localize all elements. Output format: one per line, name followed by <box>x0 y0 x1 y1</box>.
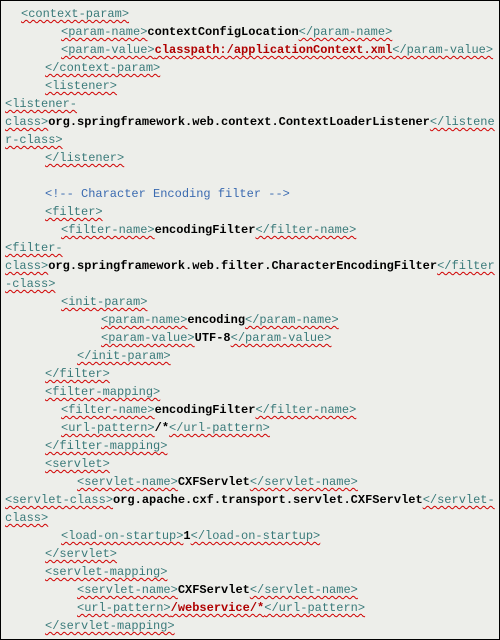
code-line: <url-pattern>/*</url-pattern> <box>5 419 495 437</box>
code-token: </url-pattern> <box>169 421 270 435</box>
code-line: <filter-mapping> <box>5 383 495 401</box>
code-token: encoding <box>187 313 245 327</box>
code-line: <load-on-startup>1</load-on-startup> <box>5 527 495 545</box>
code-line: </context-param> <box>5 59 495 77</box>
code-token: </servlet-name> <box>250 475 358 489</box>
code-token: org.apache.cxf.transport.servlet.CXFServ… <box>113 493 423 507</box>
code-token: </listener> <box>45 151 124 165</box>
code-line: <param-name>encoding</param-name> <box>5 311 495 329</box>
code-token: <param-value> <box>101 331 195 345</box>
code-token: 1 <box>183 529 190 543</box>
code-token: CXFServlet <box>178 583 250 597</box>
code-token: </filter> <box>45 367 110 381</box>
code-token: </param-name> <box>299 25 393 39</box>
code-token: <load-on-startup> <box>61 529 183 543</box>
code-line: <context-param> <box>5 5 495 23</box>
code-token: </filter-mapping> <box>45 439 167 453</box>
code-token: contextConfigLocation <box>147 25 298 39</box>
code-token: </init-param> <box>77 349 171 363</box>
code-token: classpath:/applicationContext.xml <box>155 43 393 57</box>
code-token: </filter-name> <box>255 223 356 237</box>
code-token: </param-value> <box>392 43 493 57</box>
code-token: </servlet-mapping> <box>45 619 175 633</box>
code-token: <servlet-class> <box>5 493 113 507</box>
code-line: </servlet> <box>5 545 495 563</box>
xml-code-block: <context-param><param-name>contextConfig… <box>5 5 495 635</box>
code-token: UTF-8 <box>195 331 231 345</box>
code-line: <listener-class>org.springframework.web.… <box>5 95 495 149</box>
code-token: </servlet-name> <box>250 583 358 597</box>
code-line: <filter> <box>5 203 495 221</box>
code-token: <servlet-name> <box>77 475 178 489</box>
code-token: </param-value> <box>231 331 332 345</box>
code-token: <servlet> <box>45 457 110 471</box>
code-line: <filter-class>org.springframework.web.fi… <box>5 239 495 293</box>
code-token: </servlet> <box>45 547 117 561</box>
code-line: <listener> <box>5 77 495 95</box>
code-token: </context-param> <box>45 61 160 75</box>
code-line: </filter> <box>5 365 495 383</box>
code-line: </servlet-mapping> <box>5 617 495 635</box>
code-line: <servlet-class>org.apache.cxf.transport.… <box>5 491 495 527</box>
code-token: <!-- Character Encoding filter --> <box>45 187 290 201</box>
code-token: </load-on-startup> <box>191 529 321 543</box>
code-token: <filter-mapping> <box>45 385 160 399</box>
code-line: <param-value>classpath:/applicationConte… <box>5 41 495 59</box>
code-token: <filter-name> <box>61 403 155 417</box>
code-token: <context-param> <box>21 7 129 21</box>
code-line: </filter-mapping> <box>5 437 495 455</box>
code-line: <filter-name>encodingFilter</filter-name… <box>5 221 495 239</box>
code-line: <param-value>UTF-8</param-value> <box>5 329 495 347</box>
code-token: <listener> <box>45 79 117 93</box>
code-line: <servlet-name>CXFServlet</servlet-name> <box>5 581 495 599</box>
code-token: </filter-name> <box>255 403 356 417</box>
code-token: <param-name> <box>61 25 147 39</box>
code-token: <param-value> <box>61 43 155 57</box>
code-line: <servlet-name>CXFServlet</servlet-name> <box>5 473 495 491</box>
code-token: /* <box>155 421 169 435</box>
code-line: <param-name>contextConfigLocation</param… <box>5 23 495 41</box>
code-token: <param-name> <box>101 313 187 327</box>
code-line: <init-param> <box>5 293 495 311</box>
code-line <box>5 167 495 185</box>
code-token: encodingFilter <box>155 403 256 417</box>
code-token: </param-name> <box>245 313 339 327</box>
code-token: <servlet-name> <box>77 583 178 597</box>
code-token: org.springframework.web.context.ContextL… <box>48 115 430 129</box>
code-token: <init-param> <box>61 295 147 309</box>
code-line: <filter-name>encodingFilter</filter-name… <box>5 401 495 419</box>
code-line: </init-param> <box>5 347 495 365</box>
code-line: <servlet> <box>5 455 495 473</box>
code-token: encodingFilter <box>155 223 256 237</box>
code-token: <filter-name> <box>61 223 155 237</box>
code-token: org.springframework.web.filter.Character… <box>48 259 437 273</box>
code-token: <url-pattern> <box>77 601 171 615</box>
code-token: <servlet-mapping> <box>45 565 167 579</box>
code-line: </listener> <box>5 149 495 167</box>
code-token: <filter> <box>45 205 103 219</box>
code-line: <url-pattern>/webservice/*</url-pattern> <box>5 599 495 617</box>
code-token: /webservice/* <box>171 601 265 615</box>
code-line: <!-- Character Encoding filter --> <box>5 185 495 203</box>
code-token: CXFServlet <box>178 475 250 489</box>
code-token: </url-pattern> <box>264 601 365 615</box>
code-line: <servlet-mapping> <box>5 563 495 581</box>
code-token: <url-pattern> <box>61 421 155 435</box>
